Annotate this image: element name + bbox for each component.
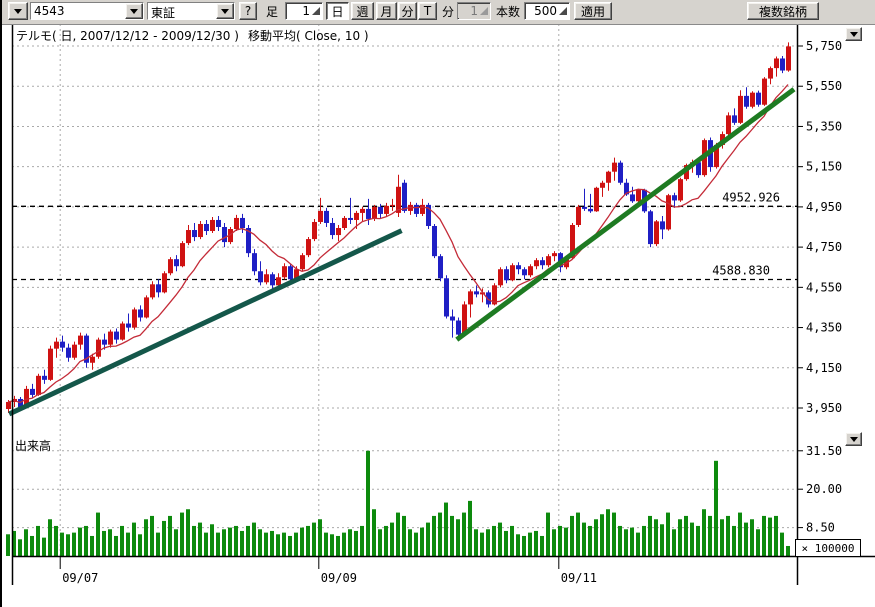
spinner-icon <box>559 7 567 15</box>
minute-stepper: 1 <box>457 2 491 20</box>
market-combo-arrow[interactable] <box>216 3 234 19</box>
bar-count-stepper[interactable]: 500 <box>524 2 570 20</box>
date-axis-label: 09/11 <box>561 571 597 585</box>
volume-axis-label: 31.50 <box>806 444 842 458</box>
chart-title: テルモ( 日, 2007/12/12 - 2009/12/30 ) <box>16 27 239 44</box>
spinner-icon <box>480 7 488 15</box>
period-month-button[interactable]: 月 <box>376 2 397 20</box>
volume-scale-button[interactable] <box>845 432 862 446</box>
price-axis-label: 4,550 <box>806 280 842 294</box>
price-axis-label: 4,350 <box>806 321 842 335</box>
apply-button[interactable]: 適用 <box>574 2 612 20</box>
level-value-label: 4588.830 <box>712 264 770 278</box>
chevron-down-icon <box>14 9 22 14</box>
stock-chart-app: 4952.926 4588.830 5,750 5,550 5,350 5,150 4,9… <box>0 0 875 607</box>
axes: 5,750 5,550 5,350 5,150 4,950 4,750 4,550 4,350… <box>12 24 875 585</box>
level-value-label: 4952.926 <box>722 190 780 204</box>
bar-count-value: 500 <box>525 4 559 18</box>
symbol-list-dropdown-button[interactable] <box>8 2 28 20</box>
period-tick-button[interactable]: T <box>418 2 437 20</box>
price-axis-label: 4,950 <box>806 200 842 214</box>
candlesticks <box>6 42 791 413</box>
help-button[interactable]: ? <box>239 2 257 20</box>
symbol-combo[interactable]: 4543 <box>30 2 144 20</box>
moving-average-legend: 移動平均( Close, 10 ) <box>248 27 369 44</box>
bar-interval-value: 1 <box>286 4 312 18</box>
market-combo[interactable]: 東証 <box>147 2 235 20</box>
grid-lines <box>12 24 797 556</box>
market-value: 東証 <box>148 3 216 19</box>
date-axis-label: 09/09 <box>321 571 357 585</box>
volume-bars <box>6 451 790 556</box>
price-scale-button[interactable] <box>845 27 862 41</box>
bar-type-label: 足 <box>266 2 278 20</box>
chevron-down-icon <box>850 32 858 37</box>
spinner-icon <box>312 7 320 15</box>
price-axis-label: 5,150 <box>806 160 842 174</box>
minute-label: 分 <box>442 2 454 20</box>
symbol-value: 4543 <box>31 3 125 19</box>
price-axis-label: 4,150 <box>806 361 842 375</box>
volume-pane-label: 出来高 <box>15 437 51 454</box>
trend-lines <box>9 89 794 414</box>
chart-canvas: 4952.926 4588.830 5,750 5,550 5,350 5,150 4,9… <box>2 0 875 607</box>
price-axis-label: 4,750 <box>806 240 842 254</box>
period-day-button[interactable]: 日 <box>326 2 349 20</box>
toolbar: 4543 東証 ? 足 1 日 週 月 分 T 分 1 本数 500 適用 複数… <box>2 0 875 25</box>
period-week-button[interactable]: 週 <box>351 2 374 20</box>
moving-average-line <box>8 85 788 403</box>
chevron-down-icon <box>130 9 138 14</box>
price-axis-label: 5,750 <box>806 39 842 53</box>
minute-value: 1 <box>458 4 480 18</box>
price-axis-label: 5,550 <box>806 79 842 93</box>
bar-interval-stepper[interactable]: 1 <box>285 2 323 20</box>
multi-symbol-button[interactable]: 複数銘柄 <box>747 2 819 20</box>
chevron-down-icon <box>221 9 229 14</box>
period-minute-button[interactable]: 分 <box>398 2 417 20</box>
volume-unit-box: × 100000 <box>795 539 861 557</box>
price-axis-label: 5,350 <box>806 119 842 133</box>
symbol-combo-arrow[interactable] <box>125 3 143 19</box>
bar-count-label: 本数 <box>496 2 520 20</box>
date-axis-label: 09/07 <box>62 571 98 585</box>
chevron-down-icon <box>850 437 858 442</box>
volume-axis-label: 8.50 <box>806 521 835 535</box>
volume-axis-label: 20.00 <box>806 482 842 496</box>
price-axis-label: 3,950 <box>806 401 842 415</box>
